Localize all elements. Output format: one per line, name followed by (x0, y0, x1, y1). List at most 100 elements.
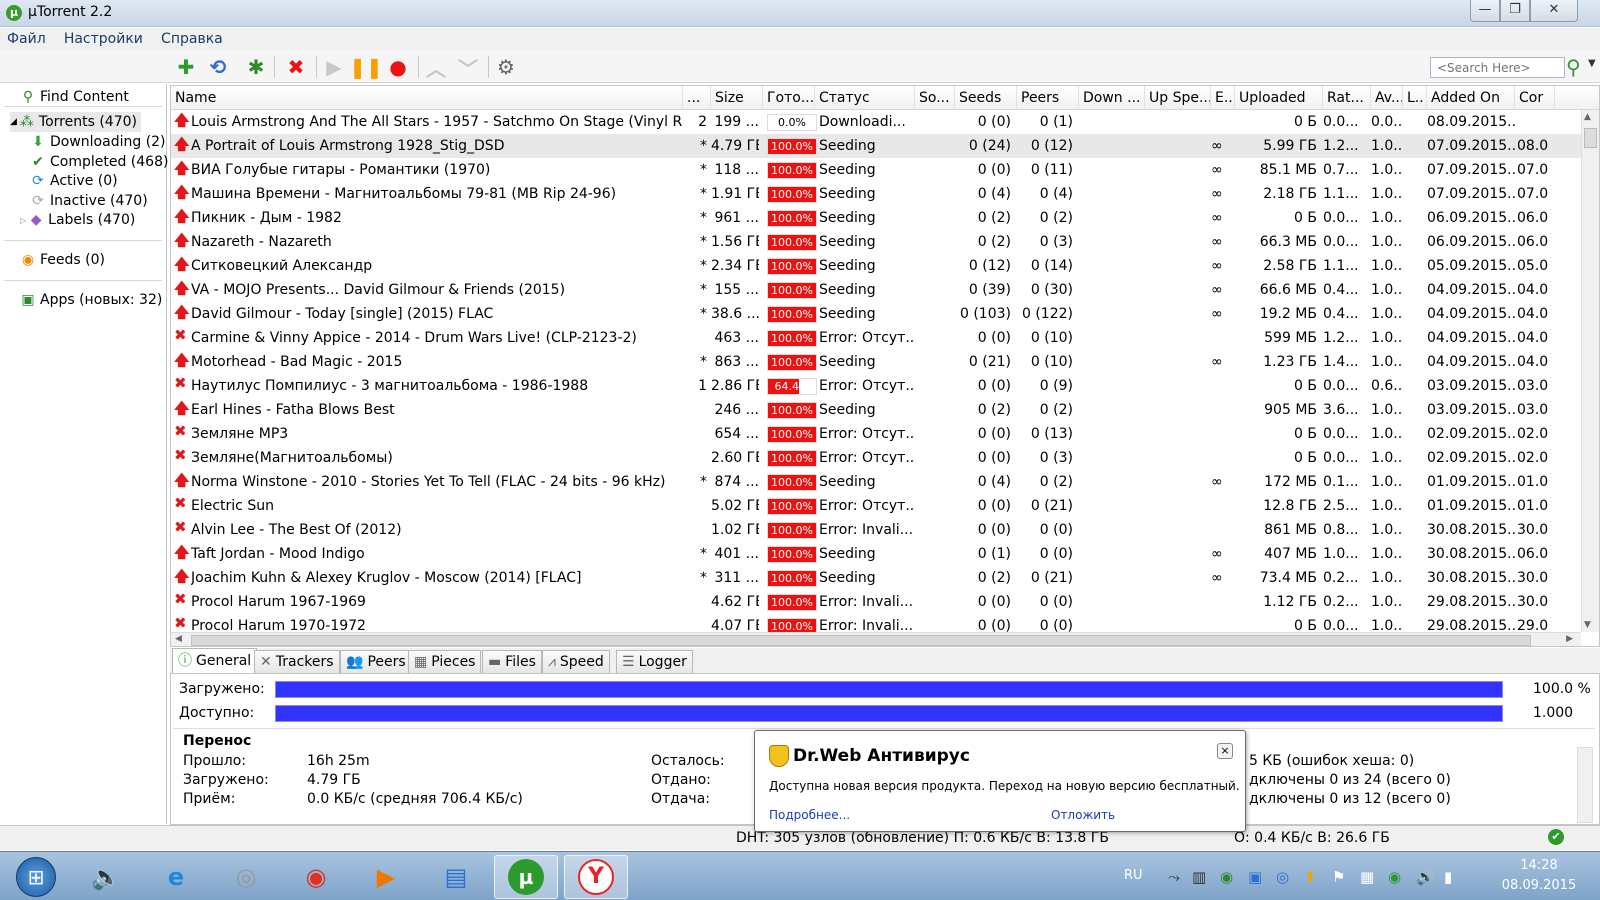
column-header[interactable]: Cor (1515, 86, 1555, 110)
drweb-later-link[interactable]: Отложить (1051, 808, 1115, 822)
scroll-right-icon[interactable]: ▶ (1566, 634, 1573, 644)
drweb-more-link[interactable]: Подробнее... (769, 808, 850, 822)
column-header[interactable]: Peers (1017, 86, 1079, 110)
column-header[interactable]: Uploaded (1235, 86, 1323, 110)
move-down-button[interactable]: ﹀ (456, 55, 480, 81)
horizontal-scrollbar[interactable]: ◀ ▶ (171, 632, 1581, 646)
taskbar-app-media[interactable]: 🔈 (76, 855, 136, 899)
start-button[interactable]: ▶ (322, 55, 346, 79)
table-row[interactable]: ✖Alvin Lee - The Best Of (2012) 1.02 ГБ 10… (171, 518, 1581, 542)
scroll-left-icon[interactable]: ◀ (175, 634, 182, 644)
scrollbar-thumb[interactable] (191, 635, 1531, 646)
add-url-button[interactable]: ⟲ (206, 55, 230, 79)
taskbar-app-yandex[interactable]: Y (564, 855, 628, 899)
tab-speed[interactable]: ⩘ Speed (542, 650, 610, 673)
search-icon[interactable]: ⚲ (1566, 55, 1581, 79)
column-header[interactable]: Av... (1371, 86, 1403, 110)
column-header[interactable]: Up Spe... (1145, 86, 1211, 110)
sidebar-item-inactive[interactable]: ⟳ Inactive (470) (30, 191, 148, 211)
menu-settings[interactable]: Настройки (57, 28, 150, 50)
table-row[interactable]: 🡅 Louis Armstrong And The All Stars - 195… (171, 110, 1581, 134)
column-header[interactable]: Seeds (955, 86, 1017, 110)
taskbar-app-scanner[interactable]: ▤ (426, 855, 486, 899)
scrollbar-thumb[interactable] (1584, 128, 1597, 148)
column-header[interactable]: Added On (1427, 86, 1515, 110)
scroll-up-icon[interactable]: ▲ (1584, 112, 1591, 122)
taskbar-app-player[interactable]: ▶ (356, 855, 416, 899)
table-row[interactable]: 🡅 Пикник - Дым - 1982 * 961 ... 100.0% Seedin… (171, 206, 1581, 230)
tray-search-icon[interactable]: ◎ (1276, 868, 1289, 886)
language-indicator[interactable]: RU (1124, 868, 1143, 883)
remove-button[interactable]: ✖ (284, 55, 308, 79)
search-dropdown-icon[interactable]: ▼ (1588, 58, 1596, 69)
table-row[interactable]: 🡅 Joachim Kuhn & Alexey Kruglov - Moscow … (171, 566, 1581, 590)
sidebar-item-torrents[interactable]: ◢ ⁂ Torrents (470) (10, 112, 141, 132)
taskbar-app-utorrent[interactable]: µ (494, 855, 558, 899)
column-header[interactable]: Статус (815, 86, 915, 110)
tray-drweb-icon[interactable]: ◉ (1220, 868, 1233, 886)
table-row[interactable]: 🡅 Taft Jordan - Mood Indigo * 401 ... 100.0%… (171, 542, 1581, 566)
table-row[interactable]: ✖Procol Harum 1967-1969 4.62 ГБ 100.0% Erro… (171, 590, 1581, 614)
tray-utorrent-icon[interactable]: ◉ (1388, 868, 1401, 886)
tray-device-icon[interactable]: ▦ (1360, 868, 1374, 886)
table-row[interactable]: 🡅 VA - MOJO Presents... David Gilmour & F… (171, 278, 1581, 302)
search-input[interactable] (1430, 57, 1565, 78)
tab-logger[interactable]: ☰ Logger (616, 650, 693, 673)
sidebar-item-active[interactable]: ⟳ Active (0) (30, 171, 117, 191)
column-header[interactable]: So... (915, 86, 955, 110)
column-header[interactable]: Down ... (1079, 86, 1145, 110)
minimize-button[interactable]: — (1470, 0, 1500, 22)
tray-monitor-icon[interactable]: ▣ (1248, 868, 1262, 886)
add-torrent-button[interactable]: ✚ (174, 55, 198, 79)
table-row[interactable]: 🡅 ВИА Голубые гитары - Романтики (1970) * 1… (171, 158, 1581, 182)
create-torrent-button[interactable]: ✱ (244, 55, 268, 79)
move-up-button[interactable]: ︿ (424, 55, 448, 81)
table-row[interactable]: ✖ Carmine & Vinny Appice - 2014 - Drum Wa… (171, 326, 1581, 350)
table-row[interactable]: 🡅 Машина Времени - Магнитоальбомы 79-81 (… (171, 182, 1581, 206)
table-row[interactable]: 🡅Nazareth - Nazareth *1.56 ГБ 100.0% Seedin… (171, 230, 1581, 254)
table-row[interactable]: 🡅 A Portrait of Louis Armstrong 1928_Stig… (171, 134, 1581, 158)
tray-clipboard-icon[interactable]: ▥ (1192, 868, 1206, 886)
start-button[interactable]: ⊞ (6, 855, 66, 899)
taskbar-app-rss[interactable]: ◉ (286, 855, 346, 899)
column-header[interactable]: E... (1211, 86, 1235, 110)
column-header[interactable]: Size (711, 86, 763, 110)
close-button[interactable]: ✕ (1530, 0, 1578, 22)
tray-update-icon[interactable]: ⬆ (1304, 868, 1317, 886)
table-row[interactable]: 🡅 Motorhead - Bad Magic - 2015 * 863 ... 100… (171, 350, 1581, 374)
clock-time[interactable]: 14:28 (1494, 858, 1584, 873)
vertical-scrollbar[interactable]: ▲ ▼ (1581, 110, 1599, 632)
clock-date[interactable]: 08.09.2015 (1494, 878, 1584, 893)
network-ok-icon[interactable]: ✔ (1548, 829, 1564, 845)
tray-volume-icon[interactable]: 🔊 (1416, 868, 1435, 886)
column-header[interactable]: Гото... (763, 86, 815, 110)
sidebar-item-labels[interactable]: ▷ ◆ Labels (470) (20, 210, 135, 230)
table-row[interactable]: ✖ Земляне MP3 654 ... 100.0% Error: Отсут...… (171, 422, 1581, 446)
table-row[interactable]: ✖Земляне(Магнитоальбомы) 2.60 ГБ 100.0% Err… (171, 446, 1581, 470)
tab-general[interactable]: ⓘ General (172, 648, 258, 673)
scroll-down-icon[interactable]: ▼ (1584, 620, 1591, 630)
tab-files[interactable]: ▬ Files (482, 650, 542, 673)
menu-file[interactable]: Файл (0, 28, 53, 50)
sidebar-item-feeds[interactable]: ◉ Feeds (0) (20, 250, 105, 270)
tab-peers[interactable]: 👥 Peers (340, 650, 412, 673)
tray-network-icon[interactable]: ⤳ (1168, 868, 1180, 886)
sidebar-item-completed[interactable]: ✔ Completed (468) (30, 152, 168, 172)
tray-signal-icon[interactable]: ▮ (1444, 868, 1452, 886)
close-icon[interactable]: × (1217, 743, 1233, 759)
table-row[interactable]: 🡅Ситковецкий Александр *2.34 ГБ 100.0% Seed… (171, 254, 1581, 278)
tab-trackers[interactable]: ✕ Trackers (254, 650, 340, 673)
tab-pieces[interactable]: ▦ Pieces (408, 650, 482, 673)
column-header[interactable]: L.. (1403, 86, 1427, 110)
column-header[interactable]: Name (171, 86, 683, 110)
taskbar-app-ie[interactable]: e (146, 855, 206, 899)
table-row[interactable]: 🡅 Earl Hines - Fatha Blows Best 246 ... 100… (171, 398, 1581, 422)
column-header[interactable]: ... (683, 86, 711, 110)
sidebar-item-apps[interactable]: ▣ Apps (новых: 32) (20, 290, 162, 310)
stop-button[interactable]: ● (386, 55, 410, 79)
table-row[interactable]: ✖Electric Sun 5.02 ГБ 100.0% Error: Отсут..… (171, 494, 1581, 518)
tray-flag-icon[interactable]: ⚑ (1332, 868, 1345, 886)
preferences-button[interactable]: ⚙ (494, 55, 518, 79)
column-header[interactable]: Rat... (1323, 86, 1371, 110)
maximize-button[interactable]: ❐ (1500, 0, 1530, 22)
